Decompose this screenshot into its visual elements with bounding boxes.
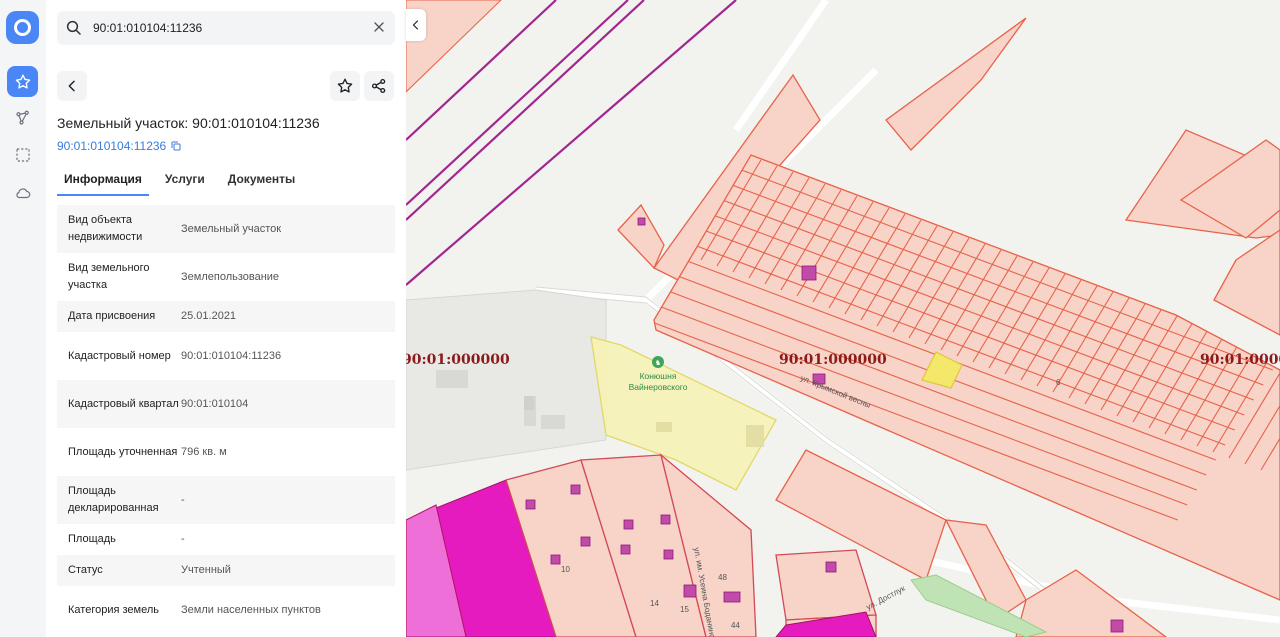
- close-icon[interactable]: [371, 19, 387, 35]
- favorites-button[interactable]: [7, 66, 38, 97]
- star-icon: [15, 74, 30, 89]
- share-icon: [371, 78, 386, 94]
- measure-tool-button[interactable]: [7, 102, 38, 133]
- table-row: Вид земельного участка Землепользование: [68, 262, 280, 291]
- search-input[interactable]: 90:01:010104:11236: [93, 21, 202, 35]
- star-icon: [337, 78, 353, 93]
- chevron-left-icon: [412, 20, 419, 30]
- table-row: Площадь -: [68, 533, 185, 545]
- svg-text:♞: ♞: [655, 359, 661, 367]
- back-button[interactable]: [57, 71, 87, 101]
- share-button[interactable]: [364, 71, 394, 101]
- table-row: Вид объекта недвижимости Земельный участо…: [57, 205, 395, 253]
- search-bar[interactable]: 90:01:010104:11236: [57, 11, 395, 45]
- tab-bar: Информация Услуги Документы: [57, 170, 311, 196]
- cadastral-number-link[interactable]: 90:01:010104:11236: [57, 139, 182, 153]
- quarter-label: 90:01:000000: [406, 352, 510, 368]
- quarter-label: 90:01:000000: [1200, 352, 1280, 368]
- copy-icon[interactable]: [170, 140, 182, 152]
- cadastral-number-text[interactable]: 90:01:010104:11236: [57, 139, 166, 153]
- house-number: 48: [718, 573, 727, 582]
- house-number: 14: [650, 599, 659, 608]
- house-number: 15: [680, 605, 689, 614]
- chevron-left-icon: [68, 80, 75, 92]
- page-title: Земельный участок: 90:01:010104:11236: [57, 115, 320, 131]
- table-row: Категория земель Земли населенных пунктов: [68, 603, 321, 616]
- table-row: Площадь декларированная -: [57, 476, 395, 524]
- cadastral-map[interactable]: 90:01:000000 90:01:000000 90:01:000000 ♞…: [406, 0, 1280, 637]
- map-canvas[interactable]: 90:01:000000 90:01:000000 90:01:000000 ♞…: [406, 0, 1280, 637]
- collapse-panel-button[interactable]: [406, 9, 426, 41]
- table-row: Кадастровый номер 90:01:010104:11236: [68, 349, 282, 362]
- tab-documents[interactable]: Документы: [221, 170, 302, 194]
- properties-table: Вид объекта недвижимости Земельный участо…: [57, 205, 395, 634]
- select-area-button[interactable]: [7, 139, 38, 170]
- info-panel: 90:01:010104:11236 Земельный участок: 90…: [46, 0, 406, 637]
- table-row: Площадь уточненная 796 кв. м: [68, 445, 227, 458]
- table-row: Кадастровый квартал 90:01:010104: [57, 380, 395, 428]
- tab-services[interactable]: Услуги: [158, 170, 212, 194]
- table-row: Дата присвоения 25.01.2021: [57, 301, 395, 332]
- layers-cloud-button[interactable]: [7, 177, 38, 208]
- house-number: 6: [1056, 378, 1061, 387]
- poi-name-line2[interactable]: Вайнеровского: [629, 382, 688, 392]
- tab-info[interactable]: Информация: [57, 170, 149, 196]
- table-row: Статус Учтенный: [57, 555, 395, 586]
- quarter-label: 90:01:000000: [779, 352, 887, 368]
- app-logo[interactable]: [6, 11, 39, 44]
- house-number: 44: [731, 621, 740, 630]
- left-rail: [0, 0, 46, 637]
- polyline-icon: [15, 110, 29, 125]
- house-number: 10: [561, 565, 570, 574]
- cloud-icon: [15, 187, 30, 198]
- search-icon: [66, 20, 81, 35]
- add-to-favorites-button[interactable]: [330, 71, 360, 101]
- poi-name-line1[interactable]: Конюшня: [640, 371, 677, 381]
- dashed-square-icon: [15, 147, 30, 162]
